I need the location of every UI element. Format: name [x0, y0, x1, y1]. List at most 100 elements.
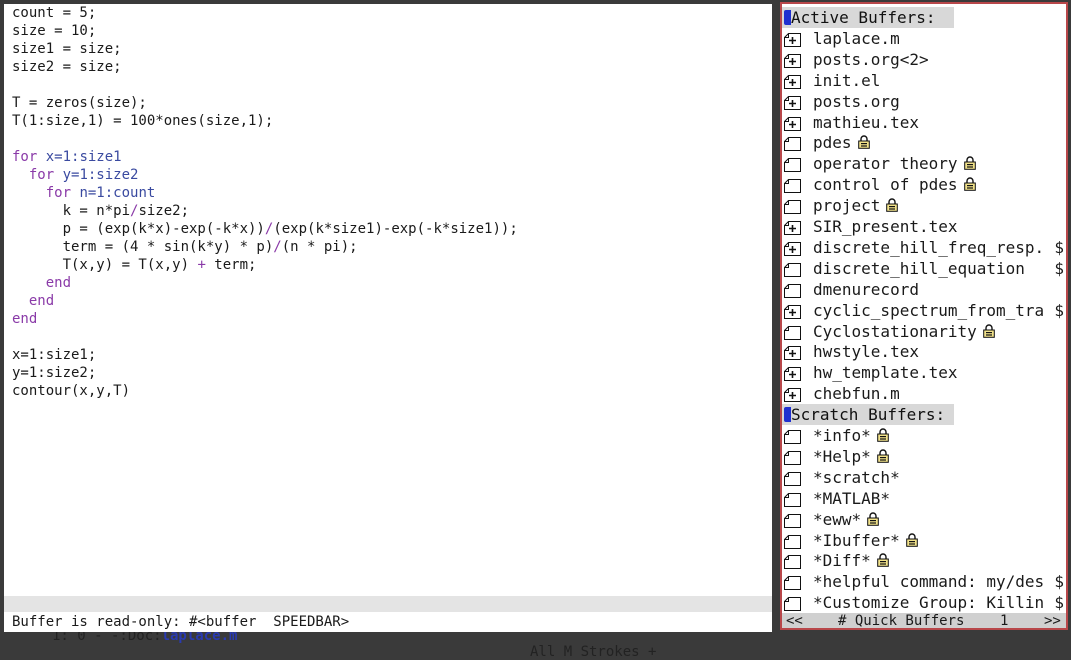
speedbar-buffer-item[interactable]: SIR_present.tex	[782, 216, 1066, 237]
speedbar-buffer-item[interactable]: init.el	[782, 70, 1066, 91]
speedbar-buffer-item[interactable]: discrete_hill_freq_resp. $	[782, 237, 1066, 258]
file-plus-icon[interactable]	[784, 73, 801, 89]
buffer-name-label[interactable]: init.el	[813, 71, 880, 90]
speedbar-buffer-item[interactable]: dmenurecord	[782, 279, 1066, 300]
speedbar-buffer-item[interactable]: *MATLAB*	[782, 488, 1066, 509]
code-line[interactable]: for x=1:size1	[12, 148, 518, 166]
code-line[interactable]: T(x,y) = T(x,y) + term;	[12, 256, 518, 274]
file-icon[interactable]	[784, 156, 801, 173]
buffer-name-label[interactable]: discrete_hill_equation	[813, 259, 1025, 278]
buffer-name-label[interactable]: *helpful command: my/des	[813, 572, 1044, 591]
code-line[interactable]: end	[12, 310, 518, 328]
speedbar-buffer-item[interactable]: mathieu.tex	[782, 112, 1066, 133]
file-plus-icon[interactable]	[784, 219, 801, 235]
speedbar-buffer-item[interactable]: hw_template.tex	[782, 362, 1066, 383]
buffer-name-label[interactable]: project	[813, 196, 880, 215]
buffer-name-label[interactable]: Cyclostationarity	[813, 322, 977, 341]
file-plus-icon[interactable]	[784, 365, 801, 382]
speedbar-buffer-item[interactable]: Cyclostationarity	[782, 321, 1066, 342]
code-line[interactable]: size2 = size;	[12, 58, 518, 76]
file-plus-icon[interactable]	[784, 52, 801, 68]
code-line[interactable]: y=1:size2;	[12, 364, 518, 382]
speedbar-buffer-item[interactable]: cyclic_spectrum_from_tra $	[782, 300, 1066, 321]
buffer-name-label[interactable]: posts.org<2>	[813, 50, 929, 69]
speedbar-buffer-item[interactable]: control of pdes	[782, 174, 1066, 195]
file-icon[interactable]	[784, 198, 801, 215]
next-page-button[interactable]: >>	[1044, 613, 1061, 628]
speedbar-buffer-item[interactable]: *Help*	[782, 446, 1066, 467]
code-line[interactable]	[12, 76, 518, 94]
file-plus-icon[interactable]	[784, 344, 801, 361]
code-line[interactable]	[12, 130, 518, 148]
file-icon[interactable]	[784, 512, 801, 528]
code-line[interactable]: size = 10;	[12, 22, 518, 40]
buffer-name-label[interactable]: *Diff*	[813, 551, 871, 570]
code-line[interactable]: end	[12, 274, 518, 292]
code-line[interactable]: end	[12, 292, 518, 310]
code-line[interactable]: contour(x,y,T)	[12, 382, 518, 400]
buffer-name-label[interactable]: SIR_present.tex	[813, 217, 958, 236]
mode-line-modes[interactable]: All M Strokes +	[530, 644, 656, 660]
previous-page-button[interactable]: <<	[786, 613, 803, 628]
file-plus-icon[interactable]	[784, 303, 801, 319]
speedbar-buffer-item[interactable]: laplace.m	[782, 28, 1066, 49]
buffer-name-label[interactable]: chebfun.m	[813, 384, 900, 403]
file-icon[interactable]	[784, 135, 801, 152]
speedbar-buffer-item[interactable]: hwstyle.tex	[782, 341, 1066, 362]
code-line[interactable]: for y=1:size2	[12, 166, 518, 184]
buffer-name-label[interactable]: *MATLAB*	[813, 489, 890, 508]
file-plus-icon[interactable]	[784, 94, 801, 110]
buffer-name-label[interactable]: *scratch*	[813, 468, 900, 487]
file-icon[interactable]	[784, 324, 801, 340]
buffer-name-label[interactable]: *Ibuffer*	[813, 531, 900, 550]
file-icon[interactable]	[784, 533, 801, 549]
speedbar-buffer-item[interactable]: *helpful command: my/des $	[782, 571, 1066, 592]
code-line[interactable]: term = (4 * sin(k*y) * p)/(n * pi);	[12, 238, 518, 256]
buffer-name-label[interactable]: hw_template.tex	[813, 363, 958, 382]
buffer-name-label[interactable]: operator theory	[813, 154, 958, 173]
speedbar-buffer-item[interactable]: chebfun.m	[782, 383, 1066, 404]
speedbar-buffer-item[interactable]: *info*	[782, 425, 1066, 446]
buffer-name-label[interactable]: cyclic_spectrum_from_tra	[813, 301, 1044, 320]
speedbar-frame[interactable]: Active Buffers: laplace.m posts.org<2> init…	[780, 2, 1068, 630]
file-icon[interactable]	[784, 553, 801, 570]
editor-window[interactable]: count = 5; size = 10; size1 = size; size2 =…	[4, 4, 772, 596]
speedbar-section-header[interactable]: Active Buffers:	[782, 7, 954, 28]
code-line[interactable]: x=1:size1;	[12, 346, 518, 364]
file-icon[interactable]	[784, 595, 801, 612]
buffer-name-label[interactable]: discrete_hill_freq_resp.	[813, 238, 1044, 257]
buffer-name-label[interactable]: *Help*	[813, 447, 871, 466]
buffer-name-label[interactable]: posts.org	[813, 92, 900, 111]
buffer-name-label[interactable]: pdes	[813, 133, 852, 152]
file-icon[interactable]	[784, 574, 801, 591]
speedbar-buffer-item[interactable]: pdes	[782, 132, 1066, 153]
file-icon[interactable]	[784, 261, 801, 277]
code-line[interactable]	[12, 328, 518, 346]
buffer-name-label[interactable]: mathieu.tex	[813, 113, 919, 132]
speedbar-buffer-item[interactable]: operator theory	[782, 153, 1066, 174]
code-line[interactable]: k = n*pi/size2;	[12, 202, 518, 220]
speedbar-section-header[interactable]: Scratch Buffers:	[782, 404, 954, 426]
file-icon[interactable]	[784, 491, 801, 507]
file-plus-icon[interactable]	[784, 386, 801, 403]
file-icon[interactable]	[784, 282, 801, 298]
file-plus-icon[interactable]	[784, 115, 801, 131]
buffer-name-label[interactable]: dmenurecord	[813, 280, 919, 299]
code-line[interactable]: count = 5;	[12, 4, 518, 22]
speedbar-buffer-item[interactable]: discrete_hill_equation $	[782, 258, 1066, 279]
speedbar-buffer-item[interactable]: posts.org<2>	[782, 49, 1066, 70]
speedbar-buffer-item[interactable]: *Ibuffer*	[782, 530, 1066, 551]
code-line[interactable]: size1 = size;	[12, 40, 518, 58]
file-icon[interactable]	[784, 428, 801, 444]
file-plus-icon[interactable]	[784, 31, 801, 47]
file-icon[interactable]	[784, 449, 801, 465]
speedbar-buffer-item[interactable]: *Customize Group: Killin $	[782, 592, 1066, 613]
speedbar-buffer-item[interactable]: *Diff*	[782, 550, 1066, 571]
code-area[interactable]: count = 5; size = 10; size1 = size; size2 =…	[12, 4, 518, 400]
buffer-name-label[interactable]: hwstyle.tex	[813, 342, 919, 361]
buffer-name-label[interactable]: *Customize Group: Killin	[813, 593, 1044, 612]
buffer-name-label[interactable]: laplace.m	[813, 29, 900, 48]
speedbar-buffer-item[interactable]: *scratch*	[782, 467, 1066, 488]
speedbar-buffer-item[interactable]: posts.org	[782, 91, 1066, 112]
code-line[interactable]: p = (exp(k*x)-exp(-k*x))/(exp(k*size1)-e…	[12, 220, 518, 238]
